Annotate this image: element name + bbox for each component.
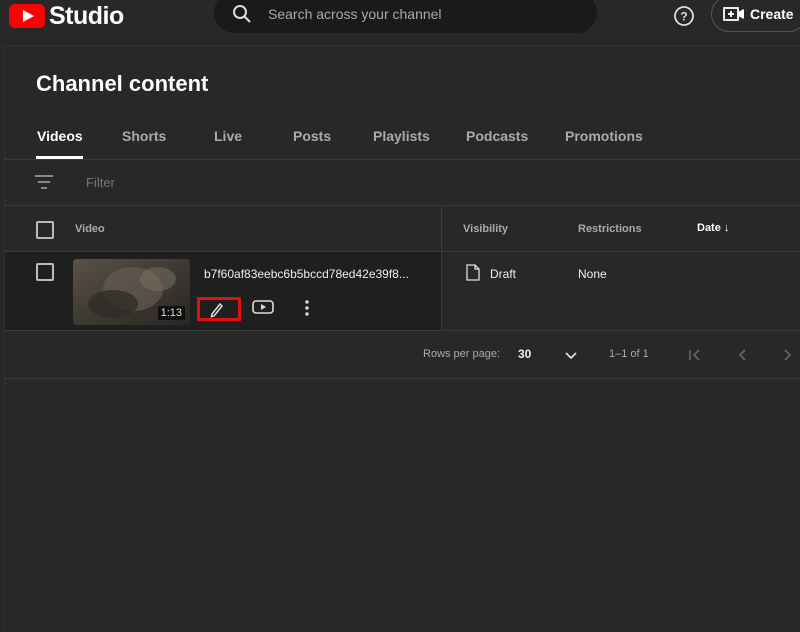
chevron-down-icon[interactable]: [563, 347, 579, 363]
prev-page-icon[interactable]: [734, 347, 750, 363]
page-title: Channel content: [36, 71, 209, 96]
youtube-play-icon[interactable]: [252, 299, 274, 315]
pagination-divider: [5, 378, 800, 379]
svg-text:?: ?: [680, 10, 687, 24]
tab-live[interactable]: Live: [214, 128, 242, 144]
pencil-icon: [210, 302, 224, 318]
create-label: Create: [750, 6, 794, 22]
tab-posts[interactable]: Posts: [293, 128, 331, 144]
rows-per-page-label: Rows per page:: [423, 348, 501, 360]
column-visibility[interactable]: Visibility: [463, 223, 508, 235]
filter-divider: [5, 205, 800, 206]
filter-input[interactable]: Filter: [86, 175, 115, 190]
column-date[interactable]: Date ↓: [697, 222, 729, 234]
filter-icon[interactable]: [34, 173, 54, 191]
studio-logo[interactable]: Studio: [9, 2, 124, 30]
document-icon: [466, 264, 480, 281]
rows-per-page-select[interactable]: 30: [518, 347, 531, 361]
tab-videos[interactable]: Videos: [37, 128, 83, 144]
table-row-details: [442, 252, 800, 330]
select-all-checkbox[interactable]: [36, 221, 54, 239]
column-video: Video: [75, 223, 105, 235]
create-button[interactable]: Create: [711, 0, 800, 32]
restrictions-value: None: [578, 267, 607, 281]
pagination-range: 1–1 of 1: [609, 348, 649, 360]
search-icon[interactable]: [232, 4, 252, 24]
search-bar[interactable]: [214, 0, 597, 33]
column-restrictions[interactable]: Restrictions: [578, 223, 642, 235]
tab-shorts[interactable]: Shorts: [122, 128, 166, 144]
tab-promotions[interactable]: Promotions: [565, 128, 643, 144]
video-duration: 1:13: [157, 306, 185, 320]
row-checkbox[interactable]: [36, 263, 54, 281]
video-thumbnail[interactable]: 1:13: [73, 259, 190, 325]
visibility-value[interactable]: Draft: [490, 267, 516, 281]
search-input[interactable]: [268, 5, 568, 23]
row-divider: [5, 330, 800, 331]
content-tabs: Videos Shorts Live Posts Playlists Podca…: [0, 120, 800, 158]
tabs-divider: [5, 159, 800, 160]
youtube-logo-icon: [9, 4, 45, 28]
first-page-icon[interactable]: [687, 347, 703, 363]
tab-playlists[interactable]: Playlists: [373, 128, 430, 144]
video-title[interactable]: b7f60af83eebc6b5bccd78ed42e39f8...: [204, 267, 426, 281]
tab-podcasts[interactable]: Podcasts: [466, 128, 528, 144]
more-vert-icon[interactable]: [303, 299, 311, 317]
logo-text: Studio: [49, 2, 124, 30]
top-bar: Studio ? Create: [0, 0, 800, 36]
next-page-icon[interactable]: [780, 347, 796, 363]
help-icon[interactable]: ?: [673, 5, 695, 27]
create-video-icon: [723, 7, 744, 21]
column-separator-row: [441, 206, 442, 330]
